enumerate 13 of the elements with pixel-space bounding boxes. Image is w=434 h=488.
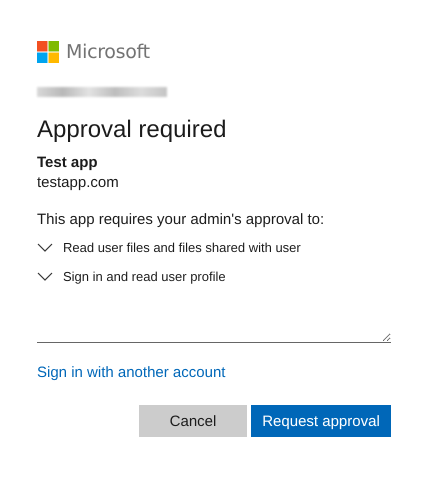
cancel-button[interactable]: Cancel	[139, 405, 247, 437]
app-name: Test app	[37, 154, 99, 171]
permission-item[interactable]: Sign in and read user profile	[37, 266, 391, 286]
four-squares-logo-icon	[37, 41, 59, 63]
switch-account-link[interactable]: Sign in with another account	[37, 364, 226, 381]
page-title: Approval required	[37, 115, 228, 145]
app-domain: testapp.com	[37, 174, 120, 191]
chevron-down-icon	[37, 272, 53, 280]
permission-item[interactable]: Read user files and files shared with user	[37, 237, 391, 257]
request-button[interactable]: Request approval	[251, 405, 391, 437]
chevron-down-icon	[37, 242, 53, 252]
prompt-text: This app requires your admin's approval to:	[37, 211, 326, 228]
brand-name: Microsoft	[66, 41, 150, 63]
